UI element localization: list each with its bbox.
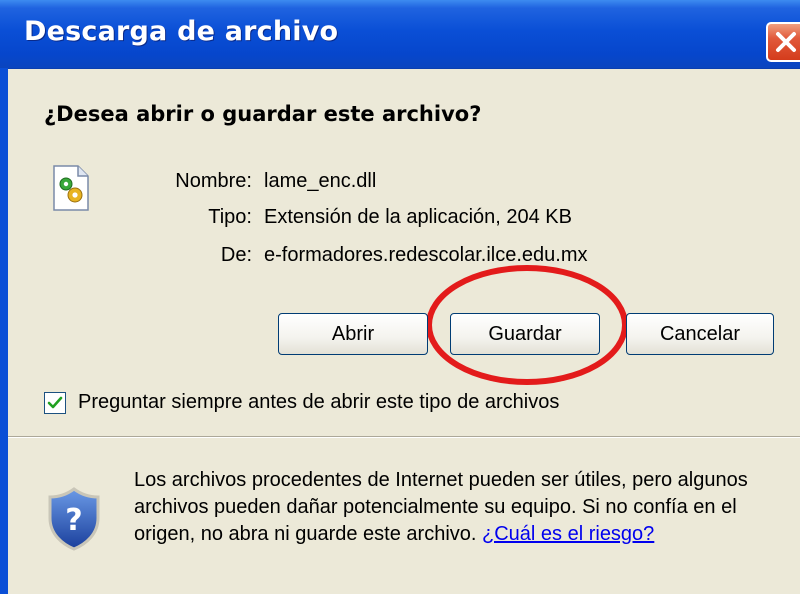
file-name-label: Nombre: [175,170,252,192]
security-warning: Los archivos procedentes de Internet pue… [134,467,764,548]
security-warning-text: Los archivos procedentes de Internet pue… [134,469,748,545]
file-type-label: Tipo: [208,206,252,228]
dialog-question: ¿Desea abrir o guardar este archivo? [44,102,482,126]
file-source-label: De: [220,244,252,266]
save-button[interactable]: Guardar [450,313,600,355]
file-type-value: Extensión de la aplicación, 204 KB [264,206,572,228]
always-ask-checkbox[interactable] [44,392,66,414]
file-name-value: lame_enc.dll [264,170,377,192]
window-title: Descarga de archivo [24,16,339,47]
always-ask-label: Preguntar siempre antes de abrir este ti… [78,391,560,413]
open-button[interactable]: Abrir [278,313,428,355]
risk-link[interactable]: ¿Cuál es el riesgo? [482,523,654,545]
close-icon [776,32,796,52]
cancel-button[interactable]: Cancelar [626,313,774,355]
title-bar: Descarga de archivo [0,0,800,69]
checkmark-icon [47,396,63,409]
dll-file-icon [53,165,89,211]
svg-text:?: ? [65,503,82,538]
window-left-border [0,68,8,594]
close-button[interactable] [766,22,800,62]
section-divider [8,436,800,438]
security-shield-question-icon: ? [48,487,100,551]
